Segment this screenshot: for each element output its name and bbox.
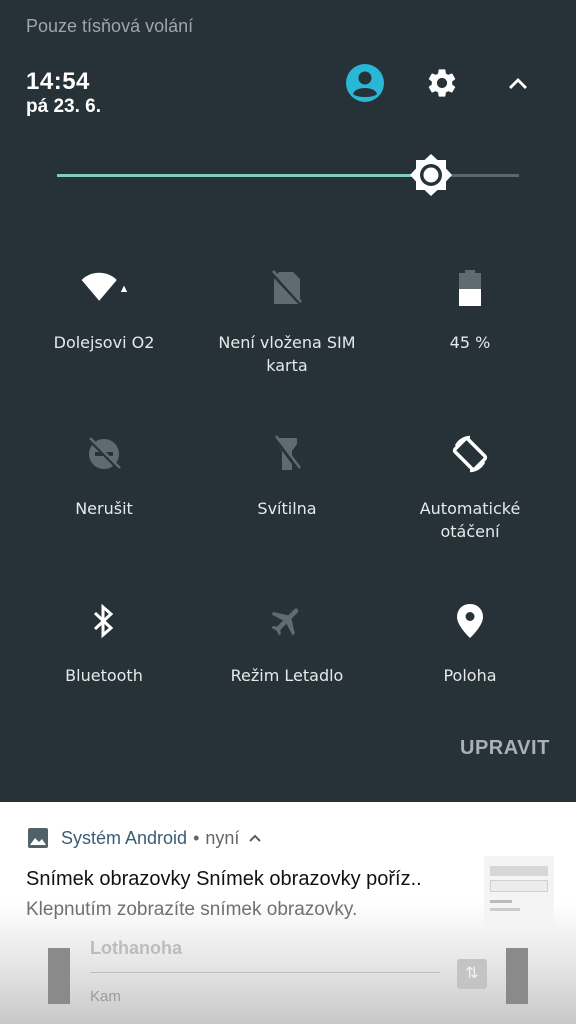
tile-label: Režim Letadlo — [230, 666, 344, 685]
tile-airplane-mode[interactable]: Režim Letadlo — [197, 597, 377, 687]
tile-label: Svítilna — [257, 499, 317, 518]
tile-label: Poloha — [443, 666, 497, 685]
tile-label: Nerušit — [75, 499, 133, 518]
tile-wifi[interactable]: Dolejsovi O2 — [14, 264, 194, 354]
date[interactable]: pá 23. 6. — [26, 96, 101, 118]
background-app-edge — [506, 948, 528, 1004]
swap-icon: ⇅ — [457, 959, 487, 989]
screenshot-thumbnail — [484, 856, 554, 926]
auto-rotate-icon — [446, 430, 494, 478]
chevron-up-icon — [509, 78, 527, 89]
notification-app-name: Systém Android — [61, 827, 188, 848]
tile-flashlight[interactable]: Svítilna — [197, 430, 377, 520]
chevron-up-icon[interactable] — [247, 830, 263, 846]
tile-battery[interactable]: 45 % — [380, 264, 560, 354]
screenshot-notification[interactable]: Systém Android • nyní Snímek obrazovky S… — [0, 802, 576, 1024]
tile-label: Bluetooth — [65, 666, 143, 685]
brightness-icon — [410, 154, 452, 196]
tile-sim[interactable]: Není vložena SIM karta — [197, 264, 377, 377]
brightness-slider[interactable] — [57, 150, 519, 202]
user-switcher-button[interactable] — [341, 59, 389, 107]
tile-auto-rotate[interactable]: Automatické otáčení — [380, 430, 560, 543]
bluetooth-icon — [80, 597, 128, 645]
tile-label: 45 % — [449, 333, 491, 352]
do-not-disturb-off-icon — [80, 430, 128, 478]
tile-do-not-disturb[interactable]: Nerušit — [14, 430, 194, 520]
header-separator: • — [193, 827, 200, 848]
gear-icon — [428, 69, 456, 97]
no-sim-icon — [263, 264, 311, 312]
tile-location[interactable]: Poloha — [380, 597, 560, 687]
brightness-thumb[interactable] — [408, 152, 454, 198]
notification-header: Systém Android • nyní — [27, 827, 263, 849]
brightness-fill — [57, 174, 431, 177]
divider — [90, 972, 440, 973]
collapse-button[interactable] — [494, 59, 542, 107]
account-circle-icon — [346, 64, 384, 102]
flashlight-off-icon — [263, 430, 311, 478]
clock[interactable]: 14:54 — [26, 68, 90, 96]
background-text: Lothanoha — [90, 938, 182, 958]
emergency-calls-only-text: Pouze tísňová volání — [26, 16, 194, 36]
wifi-icon — [80, 264, 128, 312]
background-text: Kam — [90, 988, 121, 1005]
tile-label: Automatické otáčení — [419, 499, 521, 541]
tile-label: Dolejsovi O2 — [53, 333, 155, 352]
tile-label: Není vložena SIM karta — [218, 333, 356, 375]
background-app-edge — [48, 948, 70, 1004]
battery-icon — [446, 264, 494, 312]
edit-button[interactable]: UPRAVIT — [460, 737, 550, 760]
settings-button[interactable] — [418, 59, 466, 107]
quick-settings-panel: Pouze tísňová volání 14:54 pá 23. 6. Dol… — [0, 0, 576, 802]
notification-time: nyní — [205, 827, 240, 848]
location-icon — [446, 597, 494, 645]
airplane-mode-icon — [263, 597, 311, 645]
notification-text: Klepnutím zobrazíte snímek obrazovky. — [26, 899, 358, 920]
tile-bluetooth[interactable]: Bluetooth — [14, 597, 194, 687]
image-icon — [28, 828, 48, 848]
notification-title: Snímek obrazovky Snímek obrazovky poříz.… — [26, 868, 422, 890]
